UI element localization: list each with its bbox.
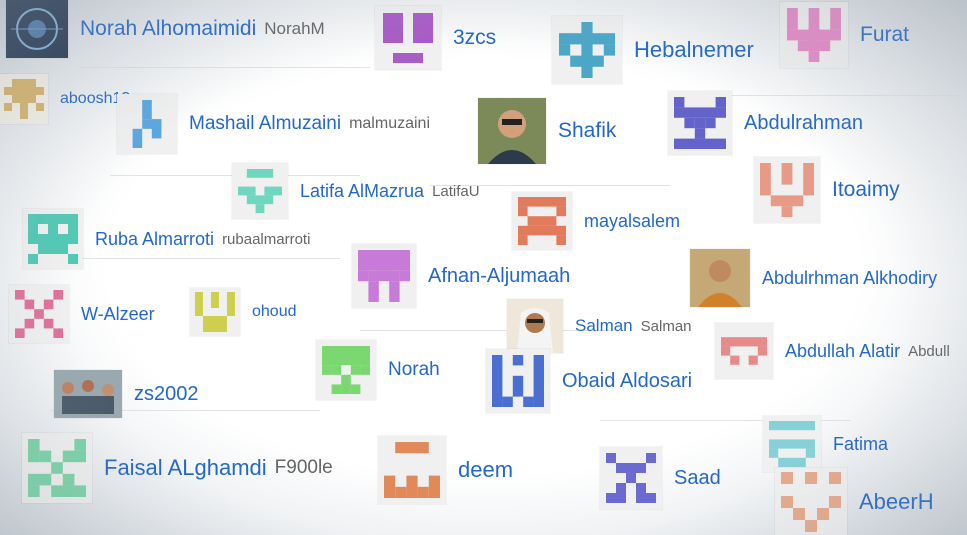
- identicon-avatar: [715, 323, 773, 379]
- identicon-avatar: [117, 94, 177, 154]
- identicon-avatar: [378, 436, 446, 504]
- identicon-avatar: [552, 16, 622, 84]
- user-name[interactable]: mayalsalem: [584, 211, 680, 232]
- user-name[interactable]: Faisal ALghamdi: [104, 455, 267, 481]
- identicon-avatar: [754, 157, 820, 223]
- user-card[interactable]: ohoud: [190, 288, 297, 336]
- user-card[interactable]: Abdulrhman Alkhodiry: [690, 249, 937, 307]
- user-name[interactable]: ohoud: [252, 303, 297, 321]
- identicon-avatar: [23, 209, 83, 269]
- user-card[interactable]: Fatima: [763, 416, 888, 472]
- user-name[interactable]: Latifa AlMazrua: [300, 181, 424, 202]
- user-card[interactable]: 3zcs: [375, 6, 496, 70]
- user-name[interactable]: Fatima: [833, 434, 888, 455]
- user-card[interactable]: deem: [378, 436, 513, 504]
- user-login: LatifaU: [432, 182, 480, 200]
- user-name[interactable]: Salman: [575, 316, 633, 336]
- user-card[interactable]: Itoaimy: [754, 157, 900, 223]
- user-card[interactable]: Obaid Aldosari: [486, 349, 692, 413]
- user-name[interactable]: Hebalnemer: [634, 37, 754, 63]
- user-card[interactable]: W-Alzeer: [9, 285, 155, 343]
- identicon-avatar: [512, 192, 572, 250]
- user-card[interactable]: Hebalnemer: [552, 16, 754, 84]
- identicon-avatar: [780, 2, 848, 68]
- user-name[interactable]: Abdullah Alatir: [785, 341, 900, 362]
- user-card[interactable]: Mashail Almuzaini malmuzaini: [117, 94, 430, 154]
- user-card[interactable]: AbeerH: [775, 468, 934, 535]
- user-name[interactable]: Itoaimy: [832, 178, 900, 202]
- identicon-avatar: [316, 340, 376, 400]
- avatar: [478, 98, 546, 164]
- user-name[interactable]: Obaid Aldosari: [562, 370, 692, 393]
- avatar: [690, 249, 750, 307]
- user-name[interactable]: Shafik: [558, 119, 616, 143]
- user-card[interactable]: Salman Salman: [507, 299, 692, 353]
- avatar: [6, 0, 68, 58]
- user-name[interactable]: W-Alzeer: [81, 304, 155, 325]
- user-card[interactable]: Norah Alhomaimidi NorahM: [6, 0, 325, 58]
- identicon-avatar: [0, 74, 48, 124]
- avatar: [54, 370, 122, 418]
- avatar: [507, 299, 563, 353]
- identicon-avatar: [763, 416, 821, 472]
- user-login: Abdull: [908, 342, 950, 360]
- user-card[interactable]: Ruba Almarroti rubaalmarroti: [23, 209, 310, 269]
- user-login: malmuzaini: [349, 115, 430, 132]
- user-name[interactable]: Norah: [388, 359, 440, 381]
- user-card[interactable]: Saad: [600, 447, 721, 509]
- user-card[interactable]: mayalsalem: [512, 192, 680, 250]
- identicon-avatar: [668, 91, 732, 155]
- identicon-avatar: [375, 6, 441, 70]
- user-login: NorahM: [264, 19, 325, 38]
- identicon-avatar: [486, 349, 550, 413]
- identicon-avatar: [9, 285, 69, 343]
- user-name[interactable]: 3zcs: [453, 26, 496, 50]
- user-login: Salman: [640, 317, 692, 335]
- identicon-avatar: [190, 288, 240, 336]
- user-login: F900le: [274, 457, 333, 478]
- user-name[interactable]: Ruba Almarroti: [95, 229, 214, 250]
- user-name[interactable]: Furat: [860, 23, 909, 47]
- user-card[interactable]: Abdullah Alatir Abdull: [715, 323, 950, 379]
- user-card[interactable]: Shafik: [478, 98, 616, 164]
- user-card[interactable]: Furat: [780, 2, 909, 68]
- user-name[interactable]: Norah Alhomaimidi: [80, 17, 256, 41]
- user-name[interactable]: Abdulrhman Alkhodiry: [762, 268, 937, 289]
- user-card[interactable]: Faisal ALghamdi F900le: [22, 433, 333, 503]
- user-name[interactable]: deem: [458, 457, 513, 483]
- user-login: rubaalmarroti: [222, 230, 311, 248]
- user-name[interactable]: Mashail Almuzaini: [189, 113, 341, 135]
- identicon-avatar: [600, 447, 662, 509]
- user-name[interactable]: Saad: [674, 467, 721, 490]
- user-card[interactable]: aboosh13: [0, 74, 130, 124]
- user-name[interactable]: zs2002: [134, 383, 199, 406]
- user-card[interactable]: Norah: [316, 340, 440, 400]
- identicon-avatar: [775, 468, 847, 535]
- user-name[interactable]: AbeerH: [859, 489, 934, 515]
- user-name[interactable]: Afnan-Aljumaah: [428, 265, 570, 288]
- identicon-avatar: [352, 244, 416, 308]
- identicon-avatar: [22, 433, 92, 503]
- user-name[interactable]: Abdulrahman: [744, 112, 863, 135]
- user-card[interactable]: Abdulrahman: [668, 91, 863, 155]
- user-card[interactable]: zs2002: [54, 370, 199, 418]
